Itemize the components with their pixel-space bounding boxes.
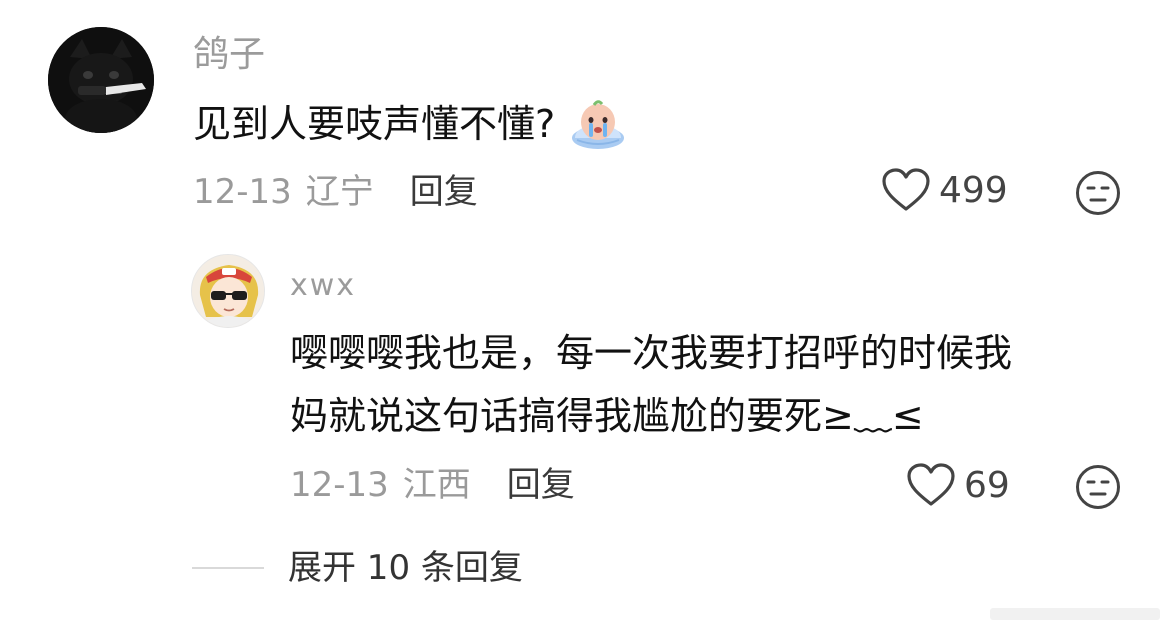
reply-region: 江西 (402, 465, 471, 505)
crying-face-emoji-icon (572, 100, 625, 149)
expand-replies-label: 展开 10 条回复 (288, 548, 523, 588)
heart-icon (907, 463, 955, 506)
reply-to-reply-button[interactable]: 回复 (507, 463, 575, 507)
comment-username[interactable]: 鸽子 (193, 33, 265, 77)
dislike-face-icon[interactable] (1075, 464, 1121, 510)
comment-text-content: 见到人要吱声懂不懂? (193, 102, 556, 146)
like-button[interactable]: 499 (881, 168, 1008, 212)
reply-like-count: 69 (964, 464, 1010, 506)
heart-icon (882, 168, 930, 211)
comment-date: 12-13 (193, 172, 292, 212)
comment-meta: 12-13 辽宁 回复 (193, 170, 478, 214)
comment-region: 辽宁 (305, 172, 374, 212)
reply-avatar[interactable] (191, 254, 265, 328)
expand-divider (192, 567, 264, 569)
comment-text: 见到人要吱声懂不懂? (193, 96, 627, 152)
like-count: 499 (939, 169, 1008, 211)
reply-username[interactable]: xwx (290, 267, 356, 305)
dislike-face-icon[interactable] (1075, 170, 1121, 216)
reply-meta: 12-13 江西 回复 (290, 463, 575, 507)
watermark-icon (990, 608, 1160, 620)
reply-text: 嘤嘤嘤我也是，每一次我要打招呼的时候我 妈就说这句话搞得我尴尬的要死≥﹏≤ (290, 322, 1120, 448)
avatar[interactable] (48, 27, 154, 133)
reply-like-button[interactable]: 69 (906, 463, 1010, 507)
sunglasses-person-avatar-icon (192, 255, 264, 327)
comment-thread: 鸽子 见到人要吱声懂不懂? 12-13 辽宁 回复 499 xwx 嘤嘤嘤我也是… (0, 0, 1170, 632)
reply-text-line-2: 妈就说这句话搞得我尴尬的要死≥﹏≤ (290, 394, 924, 438)
reply-date: 12-13 (290, 465, 389, 505)
reply-button[interactable]: 回复 (410, 170, 478, 214)
expand-replies-button[interactable]: 展开 10 条回复 (192, 546, 523, 590)
black-cat-avatar-icon (48, 27, 154, 133)
reply-text-line-1: 嘤嘤嘤我也是，每一次我要打招呼的时候我 (290, 331, 1013, 375)
